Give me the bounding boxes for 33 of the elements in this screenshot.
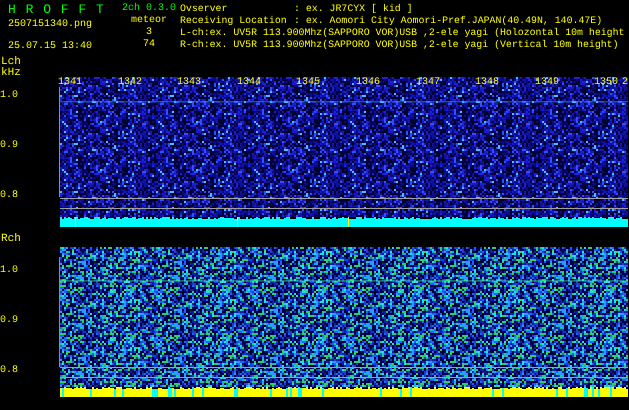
info-label: Ovserver [180, 3, 228, 15]
channel-label: Rch [1, 233, 21, 245]
frequency-label: 1344 [237, 77, 262, 89]
axis-label: 1.0 [0, 90, 18, 102]
frequency-label: 1343 [177, 77, 202, 89]
info-value: : ex. JR7CYX [ kid ] [294, 3, 413, 15]
frequency-label: 1347 [416, 77, 440, 89]
frequency-label: 1349 [535, 77, 560, 89]
unit-label: kHz [1, 68, 22, 79]
timestamp: 25.07.15 13:40 [8, 41, 92, 53]
app-title: H R O F F T [8, 3, 105, 17]
frequency-label: 1346 [356, 77, 380, 89]
meteor-count: 3 [146, 27, 152, 39]
channel-label: Lch [1, 57, 22, 68]
file-name: 2507151340.png [8, 19, 92, 31]
axis-label: 0.9 [0, 140, 18, 152]
channel-info: R-ch:ex. UV5R 113.900Mhz(SAPPORO VOR)USB ,2-ele yagi (Vertical 10m height) [180, 39, 620, 51]
frequency-label: 1348 [475, 77, 500, 89]
frequency-label: 1345 [296, 77, 320, 89]
frequency-label: 1341 [58, 77, 82, 89]
meteor-label: meteor [130, 15, 167, 27]
axis-label: 1.0 [0, 265, 18, 277]
meteor-count: 74 [142, 39, 155, 51]
axis-label: 0.8 [0, 190, 18, 202]
axis-label: 0.8 [0, 365, 18, 377]
axis-label: 0.9 [0, 315, 18, 327]
frequency-label: 1342 [118, 77, 142, 89]
info-value: : ex. Aomori City Aomori-Pref.JAPAN(40.49N, 140.47E) [294, 15, 602, 27]
info-label: Receiving Location [180, 15, 288, 27]
frequency-label: 1350 [594, 77, 618, 89]
channel-info: L-ch:ex. UV5R 113.900Mhz(SAPPORO VOR)USB ,2-ele yagi (Holozontal 10m height [180, 27, 624, 39]
frequency-label: 2 [622, 77, 628, 89]
version-label: 2ch 0.3.0 [122, 3, 176, 15]
